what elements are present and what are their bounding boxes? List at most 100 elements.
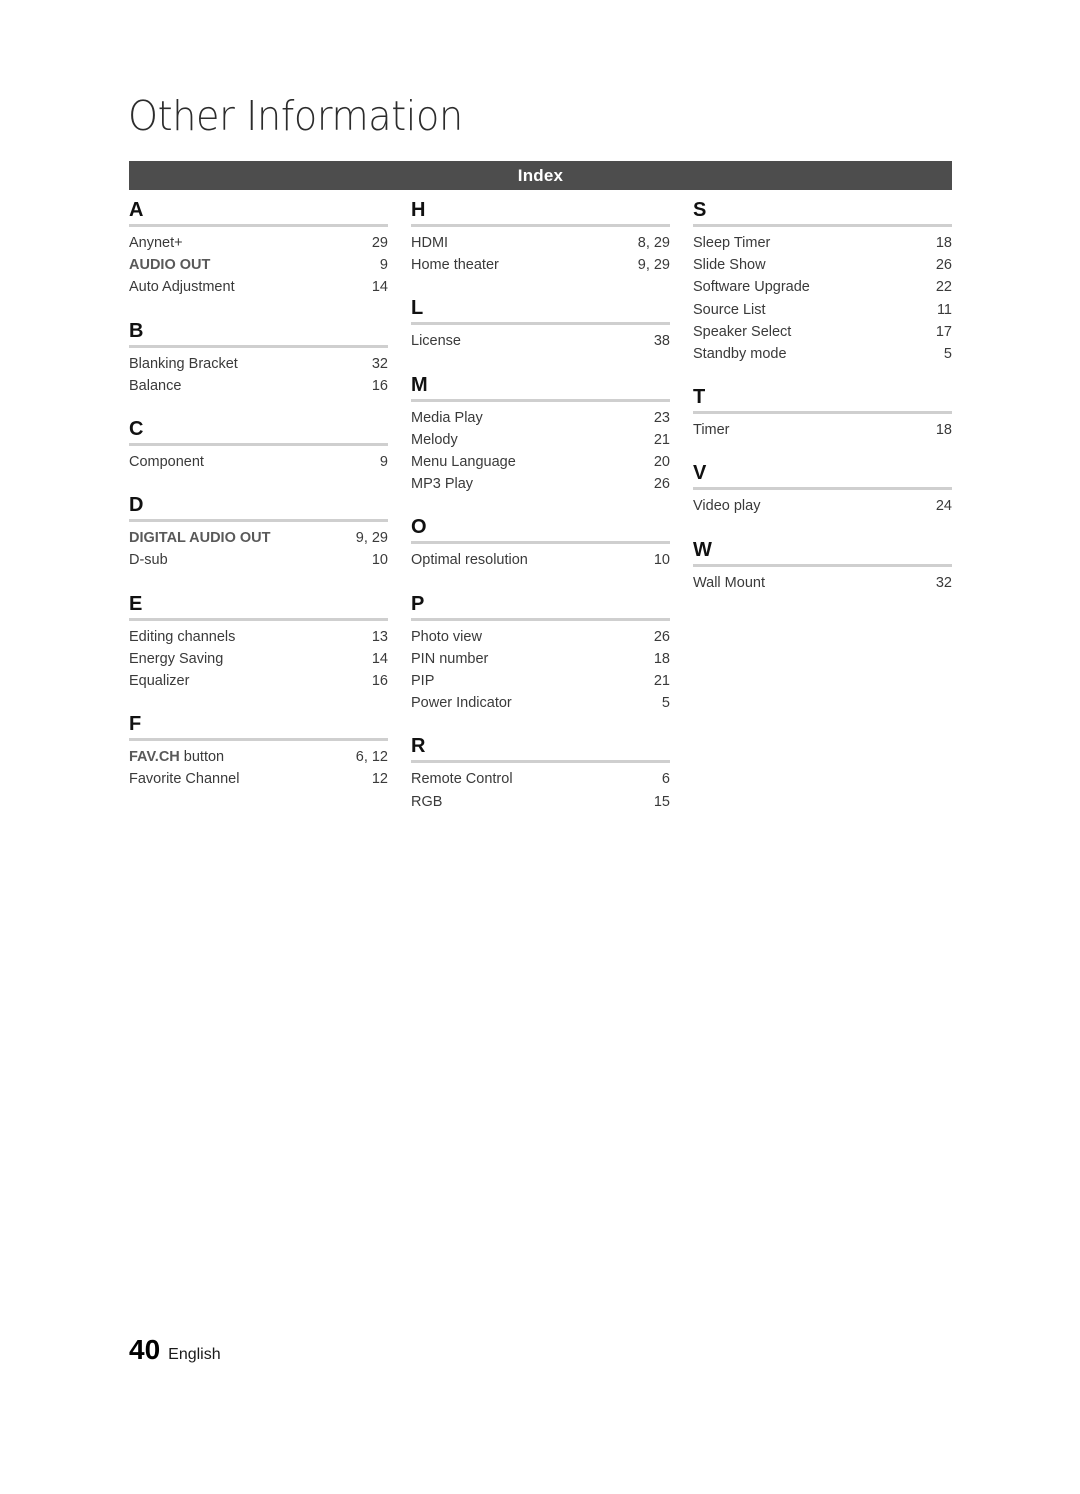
index-entry[interactable]: Video play 24 [693,495,952,517]
index-section-a: A Anynet+ 29 AUDIO OUT 9 Auto Adjustment 14 [129,200,388,299]
index-entry-label: AUDIO OUT [129,257,211,274]
index-entry[interactable]: Blanking Bracket 32 [129,353,388,375]
index-entry-label: Favorite Channel [129,771,240,788]
index-entry-label: Menu Language [411,454,516,471]
index-section-letter: A [129,199,144,221]
index-entry[interactable]: HDMI 8, 29 [411,232,670,254]
index-section-divider [411,398,670,402]
index-section-o: O Optimal resolution 10 [411,517,670,571]
index-section-s: S Sleep Timer 18 Slide Show 26 Software Upgra… [693,200,952,365]
index-entry[interactable]: Optimal resolution 10 [411,549,670,571]
index-entry-page: 15 [653,793,670,810]
index-entry[interactable]: Speaker Select 17 [693,321,952,343]
index-entry-page: 38 [653,333,670,350]
index-entry-label: Equalizer [129,673,190,690]
index-section-c: C Component 9 [129,419,388,473]
index-entry-label: Balance [129,377,182,394]
index-section-letter: B [129,319,144,342]
index-section-letter: T [693,386,706,409]
index-section-e: E Editing channels 13 Energy Saving 14 Equali… [129,592,388,693]
index-section-divider [129,519,388,523]
index-entry-label: Power Indicator [411,695,512,712]
index-entry[interactable]: Media Play 23 [411,407,670,429]
index-column: H HDMI 8, 29 Home theater 9, 29 L License 38 M Me… [411,200,670,813]
index-entry-label: Source List [693,301,766,318]
index-section-r: R Remote Control 6 RGB 15 [411,736,670,812]
index-entry[interactable]: DIGITAL AUDIO OUT 9, 29 [129,527,388,549]
index-entry[interactable]: PIN number 18 [411,648,670,670]
index-section-divider [693,224,952,227]
index-entry-page: 22 [935,279,952,296]
index-section-letter: M [411,373,428,396]
index-entry[interactable]: Balance 16 [129,375,388,397]
index-entry-page: 21 [653,431,670,448]
index-entry[interactable]: FAV.CH button 6, 12 [129,746,388,768]
footer-page-number: 40 [129,1334,161,1365]
index-entry-page: 5 [943,346,952,363]
index-entry-label: PIN number [411,650,489,667]
index-section-w: W Wall Mount 32 [693,539,952,594]
index-section-p: P Photo view 26 PIN number 18 PIP 21 Power Indi… [411,593,670,715]
index-entry-page: 18 [653,650,670,667]
index-entry[interactable]: Equalizer 16 [129,670,388,692]
manual-page: Other Information Index A Anynet+ 29 AUDIO … [0,0,1080,1494]
index-entry-page: 13 [371,628,388,645]
index-entry[interactable]: Sleep Timer 18 [693,232,952,254]
index-entry[interactable]: Photo view 26 [411,626,670,648]
index-entry-label: Speaker Select [693,323,792,340]
index-entry[interactable]: Home theater 9, 29 [411,254,670,276]
index-entry-page: 26 [935,257,952,274]
index-section-divider [411,617,670,621]
index-entry-page: 26 [653,628,670,645]
index-section-letter: H [411,199,426,221]
index-entry-page: 21 [653,673,670,690]
index-entry[interactable]: Energy Saving 14 [129,648,388,670]
index-entry[interactable]: Editing channels 13 [129,626,388,648]
index-entry-page: 24 [935,498,952,515]
index-entry[interactable]: Component 9 [129,451,388,473]
index-entry[interactable]: PIP 21 [411,670,670,692]
index-entry-label: Anynet+ [129,235,183,251]
index-entry[interactable]: Melody 21 [411,429,670,451]
index-header-label: Index [517,166,564,185]
index-entry-page: 18 [935,422,952,439]
index-entry-label: License [411,333,461,350]
index-entry[interactable]: Software Upgrade 22 [693,276,952,298]
index-entry[interactable]: MP3 Play 26 [411,473,670,495]
index-header-bar: Index [129,161,952,190]
index-entry[interactable]: License 38 [411,330,670,352]
index-section-letter: E [129,592,143,615]
index-entry-page: 9 [379,257,388,274]
index-entry-page: 5 [661,695,670,712]
index-entry[interactable]: Timer 18 [693,419,952,441]
index-entry[interactable]: D-sub 10 [129,549,388,571]
index-entry-label: Melody [411,431,458,448]
index-section-divider [411,760,670,764]
index-entry-page: 11 [936,301,952,318]
index-entry[interactable]: Anynet+ 29 [129,232,388,254]
index-entry[interactable]: Wall Mount 32 [693,572,952,594]
index-entry-label: Software Upgrade [693,279,810,296]
page-title: Other Information [128,92,463,140]
index-section-m: M Media Play 23 Melody 21 Menu Language 20 MP3 … [411,373,670,496]
index-section-v: V Video play 24 [693,463,952,517]
index-entry-page: 18 [935,235,952,251]
index-entry-label: D-sub [129,552,168,569]
index-entry[interactable]: AUDIO OUT 9 [129,254,388,276]
index-entry[interactable]: Auto Adjustment 14 [129,276,388,298]
index-entry[interactable]: Favorite Channel 12 [129,768,388,790]
index-entry[interactable]: Remote Control 6 [411,768,670,790]
index-entry-label: DIGITAL AUDIO OUT [129,530,271,547]
index-entry[interactable]: Standby mode 5 [693,343,952,365]
index-entry[interactable]: Source List 11 [693,299,952,321]
index-entry-page: 32 [371,355,388,372]
index-entry[interactable]: Menu Language 20 [411,451,670,473]
index-entry[interactable]: Power Indicator 5 [411,692,670,714]
index-entry[interactable]: Slide Show 26 [693,254,952,276]
index-entry-page: 29 [371,235,388,251]
index-entry[interactable]: RGB 15 [411,791,670,813]
index-section-letter: F [129,713,142,736]
index-section-divider [129,344,388,348]
index-entry-page: 16 [371,673,388,690]
index-section-d: D DIGITAL AUDIO OUT 9, 29 D-sub 10 [129,495,388,571]
